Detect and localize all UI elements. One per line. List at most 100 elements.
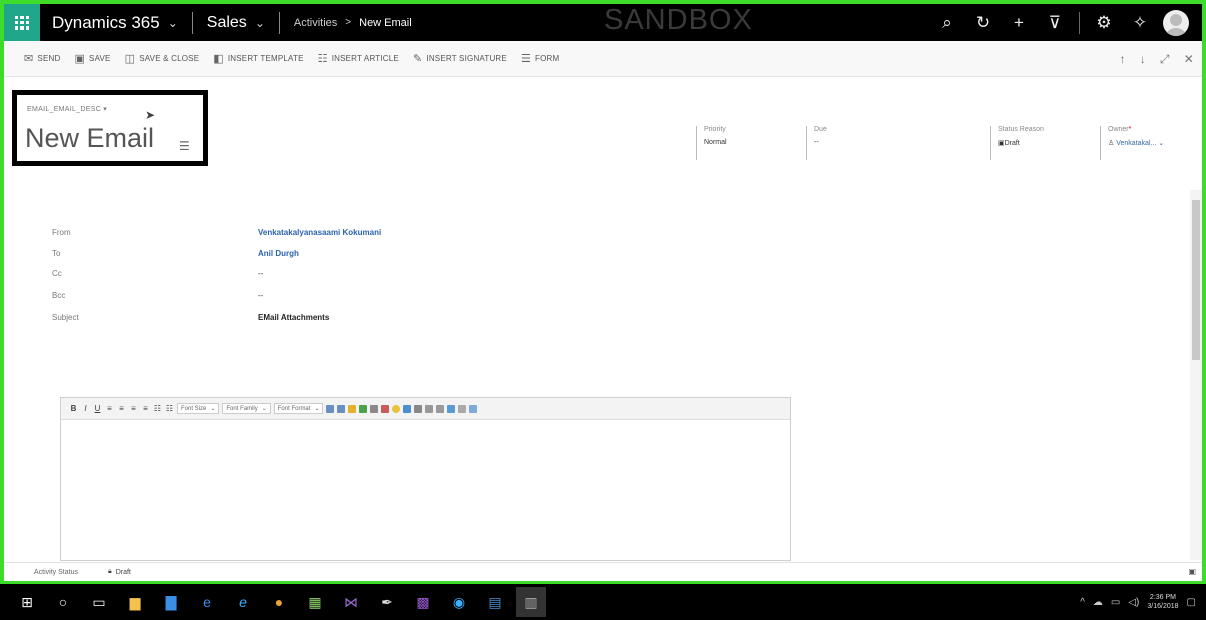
justify-icon[interactable]: ≡ <box>141 404 150 414</box>
link-icon[interactable] <box>370 404 379 413</box>
from-value[interactable]: Venkatakalyanasaami Kokumani <box>258 228 381 237</box>
template-icon: ◧ <box>213 53 224 65</box>
cortana-icon[interactable]: ○ <box>48 587 78 617</box>
task-view-icon[interactable]: ▭ <box>84 587 114 617</box>
from-label: From <box>52 228 71 237</box>
image-icon[interactable] <box>403 404 412 413</box>
align-center-icon[interactable]: ≡ <box>117 404 126 414</box>
article-icon: ☷ <box>317 53 328 65</box>
align-left-icon[interactable]: ≡ <box>105 404 114 414</box>
module-switcher[interactable]: Sales ⌄ <box>207 14 265 32</box>
insert-article-button[interactable]: ☷ INSERT ARTICLE <box>318 52 399 65</box>
align-right-icon[interactable]: ≡ <box>129 404 138 414</box>
store-icon[interactable]: ▇ <box>156 587 186 617</box>
form-button[interactable]: ☰ FORM <box>521 52 559 65</box>
status-bar: Activity Status 🔒︎ Draft ▣ <box>4 562 1202 581</box>
user-menu[interactable] <box>1158 4 1194 41</box>
save-status-icon[interactable]: ▣ <box>1188 567 1196 576</box>
search-icon[interactable]: ⌕ <box>929 4 965 41</box>
table-icon[interactable] <box>447 404 456 413</box>
insert-signature-button[interactable]: ✎ INSERT SIGNATURE <box>413 52 507 65</box>
italic-icon[interactable]: I <box>81 404 90 414</box>
clear-format-icon[interactable] <box>414 404 423 413</box>
indent-icon[interactable] <box>337 404 346 413</box>
network-icon[interactable]: ☁ <box>1093 597 1103 608</box>
source-icon[interactable] <box>469 404 478 413</box>
priority-field[interactable]: Priority Normal <box>696 126 727 160</box>
close-icon[interactable]: ✕ <box>1184 52 1194 66</box>
notepad-icon[interactable]: ▦ <box>300 587 330 617</box>
gear-icon[interactable]: ⚙ <box>1086 4 1122 41</box>
due-field[interactable]: Due -- <box>806 126 827 160</box>
to-value[interactable]: Anil Durgh <box>258 249 299 258</box>
outdent-icon[interactable] <box>326 404 335 413</box>
clock[interactable]: 2:36 PM 3/16/2018 <box>1147 593 1178 611</box>
due-label: Due <box>814 126 827 133</box>
status-reason-value: ▣Draft <box>998 140 1020 147</box>
code-icon[interactable] <box>458 404 467 413</box>
skype-icon[interactable]: ◉ <box>444 587 474 617</box>
font-family-select[interactable]: Font Family ⌄ <box>222 403 271 414</box>
breadcrumb-new-email[interactable]: New Email <box>359 17 412 29</box>
bullet-list-icon[interactable]: ☷ <box>153 404 162 414</box>
bold-icon[interactable]: B <box>69 404 78 414</box>
paint-icon[interactable]: ✒ <box>372 587 402 617</box>
arrow-up-icon[interactable]: ↑ <box>1120 52 1126 66</box>
owner-label: Owner* <box>1108 126 1132 133</box>
windows-taskbar: ⊞ ○ ▭ ▆ ▇ e e ● ▦ ⋈ ✒ ▩ ◉ ▤ ▥ ^ ☁ ▭ ◁) 2… <box>0 584 1206 620</box>
app-switcher[interactable]: Dynamics 365 ⌄ <box>52 13 178 33</box>
chevron-up-icon[interactable]: ^ <box>1080 597 1085 608</box>
volume-icon[interactable]: ◁) <box>1128 597 1139 608</box>
text-color-icon[interactable] <box>348 404 357 413</box>
breadcrumb-activities[interactable]: Activities <box>294 17 337 29</box>
owner-value[interactable]: ♙ Venkatakal... ⌄ <box>1108 139 1164 147</box>
superscript-icon[interactable] <box>436 404 445 413</box>
pop-out-icon[interactable]: ⤢ <box>1160 52 1170 67</box>
status-reason-field[interactable]: Status Reason ▣Draft <box>990 126 1044 160</box>
visual-studio-icon[interactable]: ⋈ <box>336 587 366 617</box>
arrow-down-icon[interactable]: ↓ <box>1140 52 1146 66</box>
history-icon[interactable]: ↻ <box>965 4 1001 41</box>
top-navigation-bar: Dynamics 365 ⌄ Sales ⌄ Activities > New … <box>4 4 1202 41</box>
save-icon: ▣ <box>74 53 86 65</box>
highlight-icon[interactable] <box>359 404 368 413</box>
edge-icon[interactable]: e <box>192 587 222 617</box>
save-close-button[interactable]: ◫ SAVE & CLOSE <box>125 52 200 65</box>
underline-icon[interactable]: U <box>93 404 102 414</box>
subject-value[interactable]: EMail Attachments <box>258 313 329 322</box>
page-title: New Email <box>25 123 155 153</box>
onenote-icon[interactable]: ▩ <box>408 587 438 617</box>
windows-start-icon[interactable]: ⊞ <box>12 587 42 617</box>
save-button[interactable]: ▣ SAVE <box>74 52 110 65</box>
record-header: EMAIL_EMAIL_DESC ▾ ➤ New Email ☰ <box>12 90 208 166</box>
font-size-select[interactable]: Font Size ⌄ <box>177 403 220 414</box>
scrollbar-thumb[interactable] <box>1192 200 1200 360</box>
emoji-icon[interactable] <box>392 404 401 413</box>
form-selector[interactable]: EMAIL_EMAIL_DESC ▾ <box>27 105 107 113</box>
internet-explorer-icon[interactable]: e <box>228 587 258 617</box>
owner-field[interactable]: Owner* ♙ Venkatakal... ⌄ <box>1100 126 1164 160</box>
chrome-icon[interactable]: ● <box>264 587 294 617</box>
send-button[interactable]: ✉ SEND <box>24 52 60 65</box>
number-list-icon[interactable]: ☷ <box>165 404 174 414</box>
file-explorer-icon[interactable]: ▆ <box>120 587 150 617</box>
page-scrollbar[interactable] <box>1190 190 1202 560</box>
app-launcher-button[interactable] <box>4 4 40 41</box>
help-icon[interactable]: ✧ <box>1122 4 1158 41</box>
details-icon[interactable]: ☰ <box>179 139 190 153</box>
snip-tool-icon[interactable]: ▥ <box>516 587 546 617</box>
unlink-icon[interactable] <box>381 404 390 413</box>
subscript-icon[interactable] <box>425 404 434 413</box>
avatar <box>1163 9 1189 36</box>
cc-value[interactable]: -- <box>258 269 263 278</box>
word-icon[interactable]: ▤ <box>480 587 510 617</box>
plus-icon[interactable]: + <box>1001 4 1037 41</box>
battery-icon[interactable]: ▭ <box>1111 597 1120 608</box>
activity-status-label: Activity Status <box>34 568 78 576</box>
insert-template-button[interactable]: ◧ INSERT TEMPLATE <box>213 52 303 65</box>
font-format-select[interactable]: Font Format ⌄ <box>273 403 324 414</box>
notifications-icon[interactable]: ▢ <box>1187 597 1196 608</box>
filter-icon[interactable]: ⊽ <box>1037 4 1073 41</box>
email-body-editor[interactable]: B I U ≡ ≡ ≡ ≡ ☷ ☷ Font Size ⌄ Font Famil… <box>60 397 791 561</box>
bcc-value[interactable]: -- <box>258 291 263 300</box>
